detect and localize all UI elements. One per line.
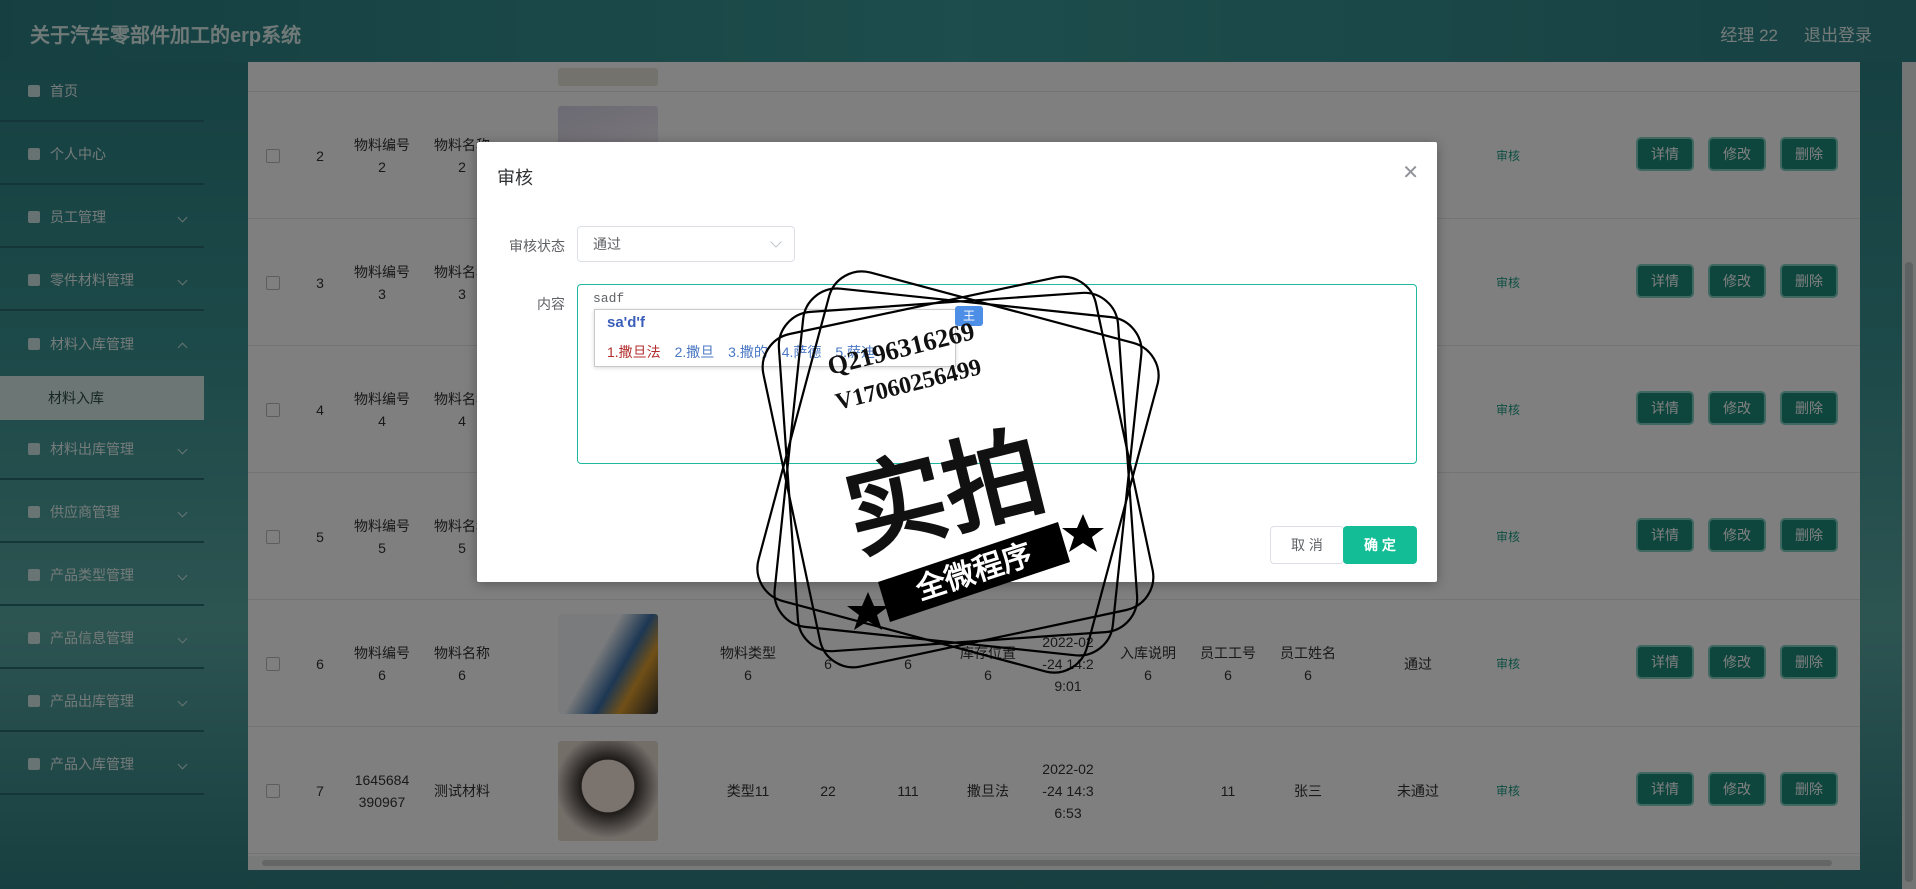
confirm-button[interactable]: 确 定	[1343, 526, 1417, 564]
close-icon[interactable]: ✕	[1402, 160, 1419, 185]
content-label: 内容	[537, 296, 565, 312]
chevron-down-icon	[770, 236, 782, 248]
cancel-button[interactable]: 取 消	[1270, 526, 1344, 564]
stamp-watermark: Q2196316269 V17060256499 实拍 全微程序	[748, 262, 1168, 682]
content-text: sadf	[593, 291, 625, 306]
status-label: 审核状态	[509, 238, 565, 254]
dialog-title: 审核	[497, 168, 533, 188]
ime-candidate[interactable]: 1.撒旦法	[607, 344, 661, 360]
ime-composition: sa'd'f	[607, 314, 645, 331]
status-select[interactable]: 通过	[577, 226, 795, 262]
status-select-value: 通过	[593, 236, 621, 252]
ime-candidate[interactable]: 2.撒旦	[675, 344, 715, 360]
